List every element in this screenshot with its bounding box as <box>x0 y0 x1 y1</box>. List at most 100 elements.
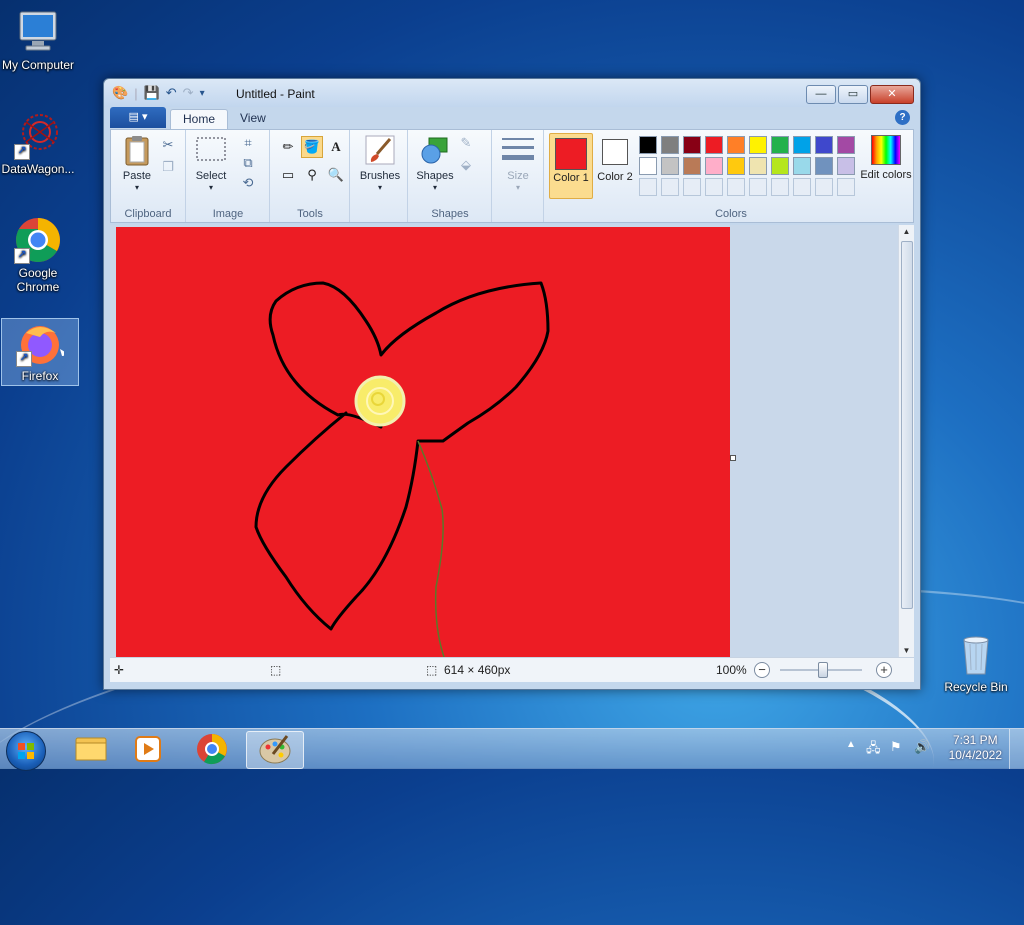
show-hidden-icons[interactable]: ▲ <box>846 739 856 750</box>
action-center-icon[interactable]: ⚑ <box>890 739 902 755</box>
palette-custom-slot[interactable] <box>749 178 767 196</box>
eraser-icon[interactable]: ▭ <box>277 164 299 186</box>
palette-custom-slot[interactable] <box>727 178 745 196</box>
brushes-button[interactable]: Brushes ▾ <box>357 134 403 194</box>
palette-swatch[interactable] <box>639 136 657 154</box>
palette-swatch[interactable] <box>771 136 789 154</box>
palette-custom-slot[interactable] <box>683 178 701 196</box>
desktop-icon-recycle-bin[interactable]: Recycle Bin <box>938 630 1014 694</box>
desktop-icon-firefox[interactable]: ↗ Firefox <box>1 318 79 386</box>
palette-swatch[interactable] <box>705 157 723 175</box>
palette-swatch[interactable] <box>683 136 701 154</box>
chevron-down-icon: ▾ <box>208 183 213 192</box>
vertical-scrollbar[interactable]: ▲ ▼ <box>898 225 914 657</box>
minimize-button[interactable]: — <box>806 85 836 104</box>
volume-icon[interactable]: 🔊 <box>914 739 930 755</box>
tab-view[interactable]: View <box>228 109 278 129</box>
window-title: Untitled - Paint <box>236 87 315 101</box>
datawagon-icon: ↗ <box>14 112 62 160</box>
file-menu-button[interactable]: ▤ ▾ <box>110 107 166 128</box>
fill-icon[interactable]: ⬙ <box>457 156 475 174</box>
select-button[interactable]: Select ▾ <box>191 134 231 194</box>
crop-icon[interactable]: ⌗ <box>239 134 257 152</box>
scroll-thumb[interactable] <box>901 241 913 609</box>
fill-bucket-icon[interactable]: 🪣 <box>301 136 323 158</box>
redo-icon[interactable]: ↷ <box>183 85 194 101</box>
copy-icon[interactable]: ❐ <box>159 158 177 176</box>
start-button[interactable] <box>6 731 46 771</box>
palette-custom-slot[interactable] <box>837 178 855 196</box>
network-icon[interactable]: 🖧 <box>866 739 881 761</box>
drawing-canvas[interactable] <box>116 227 730 657</box>
title-bar[interactable]: 🎨 | 💾 ↶ ↷ ▾ Untitled - Paint — ▭ ✕ <box>104 79 920 107</box>
palette-swatch[interactable] <box>793 157 811 175</box>
paint-app-icon[interactable]: 🎨 <box>112 85 128 101</box>
clock-time: 7:31 PM <box>952 733 998 747</box>
zoom-in-button[interactable]: + <box>876 662 892 678</box>
color1-button[interactable]: Color 1 <box>549 133 593 199</box>
pencil-icon[interactable]: ✏ <box>277 136 299 158</box>
magnifier-icon[interactable]: 🔍 <box>325 164 347 186</box>
paint-window: 🎨 | 💾 ↶ ↷ ▾ Untitled - Paint — ▭ ✕ ▤ ▾ H… <box>103 78 921 690</box>
customize-qat-icon[interactable]: ▾ <box>200 88 205 99</box>
tab-home[interactable]: Home <box>170 109 229 130</box>
palette-swatch[interactable] <box>639 157 657 175</box>
close-button[interactable]: ✕ <box>870 85 914 104</box>
palette-custom-slot[interactable] <box>639 178 657 196</box>
desktop-icon-my-computer[interactable]: My Computer <box>0 8 76 72</box>
maximize-button[interactable]: ▭ <box>838 85 868 104</box>
save-icon[interactable]: 💾 <box>144 85 160 101</box>
scroll-down-icon[interactable]: ▼ <box>899 646 914 655</box>
desktop-icon-google-chrome[interactable]: ↗ Google Chrome <box>0 216 76 294</box>
palette-swatch[interactable] <box>793 136 811 154</box>
group-label: Tools <box>297 208 323 220</box>
text-tool-icon[interactable]: A <box>325 136 347 158</box>
cut-icon[interactable]: ✂ <box>159 136 177 154</box>
color2-button[interactable]: Color 2 <box>595 133 635 197</box>
canvas-scroll-area[interactable] <box>110 225 900 657</box>
palette-custom-slot[interactable] <box>661 178 679 196</box>
palette-swatch[interactable] <box>771 157 789 175</box>
taskbar-media-player[interactable] <box>120 731 176 767</box>
palette-swatch[interactable] <box>749 157 767 175</box>
size-button[interactable]: Size ▾ <box>497 134 539 194</box>
palette-custom-slot[interactable] <box>793 178 811 196</box>
taskbar-paint[interactable] <box>246 731 304 769</box>
palette-swatch[interactable] <box>683 157 701 175</box>
clock-date: 10/4/2022 <box>948 748 1002 762</box>
palette-swatch[interactable] <box>661 136 679 154</box>
zoom-slider-thumb[interactable] <box>818 662 828 678</box>
palette-swatch[interactable] <box>815 157 833 175</box>
shapes-button[interactable]: Shapes ▾ <box>415 134 455 194</box>
color-picker-icon[interactable]: ⚲ <box>301 164 323 186</box>
paste-button[interactable]: Paste ▾ <box>117 134 157 194</box>
palette-swatch[interactable] <box>727 136 745 154</box>
palette-custom-slot[interactable] <box>705 178 723 196</box>
rotate-icon[interactable]: ⟲ <box>239 174 257 192</box>
color1-label: Color 1 <box>553 172 589 184</box>
show-desktop-button[interactable] <box>1009 729 1024 769</box>
desktop-icon-datawagon[interactable]: ↗ DataWagon... <box>0 112 76 176</box>
brush-icon <box>364 134 396 166</box>
resize-icon[interactable]: ⧉ <box>239 154 257 172</box>
zoom-out-button[interactable]: − <box>754 662 770 678</box>
palette-swatch[interactable] <box>837 157 855 175</box>
palette-swatch[interactable] <box>727 157 745 175</box>
taskbar-chrome[interactable] <box>184 731 240 767</box>
palette-swatch[interactable] <box>749 136 767 154</box>
palette-custom-slot[interactable] <box>815 178 833 196</box>
clock[interactable]: 7:31 PM 10/4/2022 <box>949 733 1002 763</box>
help-icon[interactable]: ? <box>895 110 910 125</box>
palette-swatch[interactable] <box>837 136 855 154</box>
flower-center <box>354 375 406 427</box>
palette-custom-slot[interactable] <box>771 178 789 196</box>
palette-swatch[interactable] <box>661 157 679 175</box>
edit-colors-button[interactable]: Edit colors <box>859 133 913 181</box>
canvas-resize-handle[interactable] <box>730 455 736 461</box>
outline-icon[interactable]: ✎ <box>457 134 475 152</box>
palette-swatch[interactable] <box>815 136 833 154</box>
taskbar-explorer[interactable] <box>62 731 118 767</box>
scroll-up-icon[interactable]: ▲ <box>899 227 914 236</box>
undo-icon[interactable]: ↶ <box>166 85 177 101</box>
palette-swatch[interactable] <box>705 136 723 154</box>
